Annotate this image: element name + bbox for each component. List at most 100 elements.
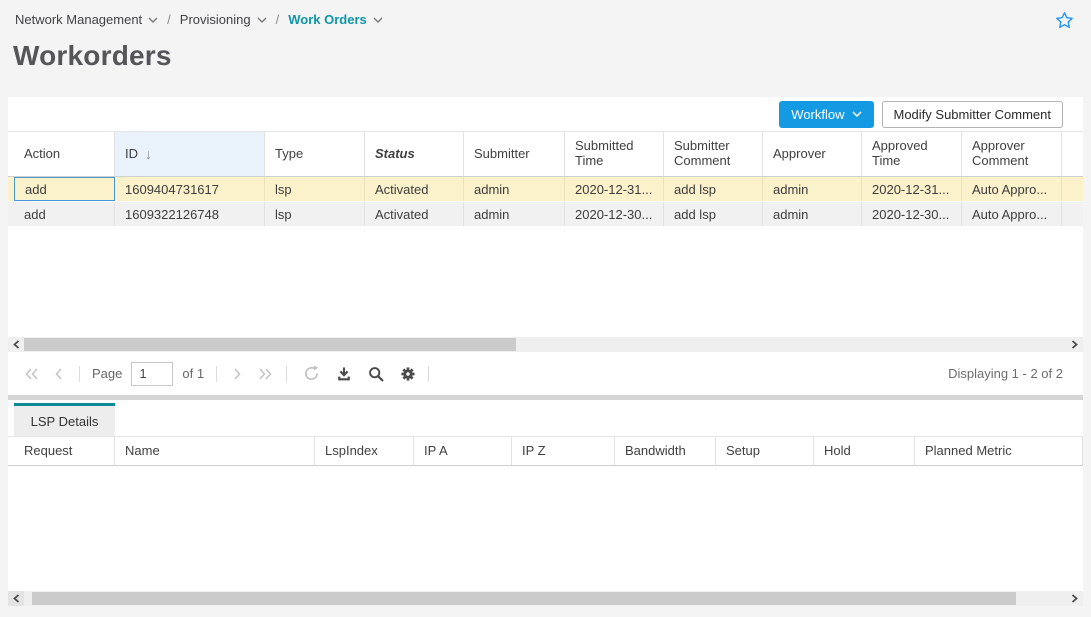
column-label: Approver Comment xyxy=(972,139,1051,169)
column-label: Submitter Comment xyxy=(674,139,752,169)
cell-approver-comment[interactable]: Auto Appro... xyxy=(962,202,1062,226)
column-header-action[interactable]: Action xyxy=(14,132,115,176)
cell-approved-time[interactable]: 2020-12-31... xyxy=(862,177,962,201)
cell-value: admin xyxy=(474,182,509,197)
cell-value: add xyxy=(24,207,46,222)
column-header-id[interactable]: ID ↓ xyxy=(115,132,265,176)
workorders-panel: Workflow Modify Submitter Comment Action… xyxy=(8,97,1083,606)
breadcrumb-network-management[interactable]: Network Management xyxy=(15,12,158,27)
pagination-bar: Page of 1 Displaying 1 - 2 of 2 xyxy=(8,352,1083,395)
last-page-icon[interactable] xyxy=(256,365,274,383)
cell-value: admin xyxy=(474,207,509,222)
search-icon[interactable] xyxy=(368,366,384,382)
cell-submitter-comment[interactable]: add lsp xyxy=(664,202,763,226)
scroll-right-icon[interactable] xyxy=(1066,591,1082,606)
table-row[interactable]: add 1609322126748 lsp Activated admin 20… xyxy=(8,202,1083,227)
cell-id[interactable]: 1609322126748 xyxy=(115,202,265,226)
column-header-approver[interactable]: Approver xyxy=(763,132,862,176)
scroll-left-icon[interactable] xyxy=(8,337,24,352)
page-title: Workorders xyxy=(13,40,172,72)
cell-value: 1609322126748 xyxy=(125,207,219,222)
cell-value: lsp xyxy=(275,207,292,222)
next-page-icon[interactable] xyxy=(229,365,247,383)
column-label: Name xyxy=(125,444,160,459)
chevron-down-icon xyxy=(373,17,383,23)
refresh-icon[interactable] xyxy=(303,365,320,382)
cell-value: add xyxy=(25,182,47,197)
column-header-lspindex[interactable]: LspIndex xyxy=(315,437,414,465)
column-header-approver-comment[interactable]: Approver Comment xyxy=(962,132,1062,176)
column-header-submitter-comment[interactable]: Submitter Comment xyxy=(664,132,763,176)
download-icon[interactable] xyxy=(336,366,352,382)
column-label: Action xyxy=(24,147,60,162)
page-number-input[interactable] xyxy=(131,362,173,386)
column-header-submitter[interactable]: Submitter xyxy=(464,132,565,176)
cell-approver-comment[interactable]: Auto Appro... xyxy=(962,177,1062,201)
separator xyxy=(216,366,217,382)
cell-value: admin xyxy=(773,207,808,222)
scrollbar-thumb[interactable] xyxy=(32,592,1016,605)
cell-value: 2020-12-30... xyxy=(575,207,652,222)
column-header-type[interactable]: Type xyxy=(265,132,365,176)
column-label: Approved Time xyxy=(872,139,951,169)
tab-lsp-details[interactable]: LSP Details xyxy=(14,403,115,436)
column-header-request[interactable]: Request xyxy=(14,437,115,465)
cell-status[interactable]: Activated xyxy=(365,202,464,226)
cell-id[interactable]: 1609404731617 xyxy=(115,177,265,201)
breadcrumb-work-orders[interactable]: Work Orders xyxy=(288,12,383,27)
column-header-bandwidth[interactable]: Bandwidth xyxy=(615,437,716,465)
breadcrumb-provisioning[interactable]: Provisioning xyxy=(180,12,267,27)
cell-approver[interactable]: admin xyxy=(763,202,862,226)
column-label: Bandwidth xyxy=(625,444,686,459)
breadcrumb: Network Management / Provisioning / Work… xyxy=(15,12,383,27)
cell-submitter[interactable]: admin xyxy=(464,202,565,226)
table-row[interactable]: add 1609404731617 lsp Activated admin 20… xyxy=(8,177,1083,202)
cell-approver[interactable]: admin xyxy=(763,177,862,201)
cell-submitted-time[interactable]: 2020-12-30... xyxy=(565,202,664,226)
cell-value: Activated xyxy=(375,182,428,197)
cell-status[interactable]: Activated xyxy=(365,177,464,201)
cell-submitter-comment[interactable]: add lsp xyxy=(664,177,763,201)
column-header-ip-z[interactable]: IP Z xyxy=(512,437,615,465)
cell-approved-time[interactable]: 2020-12-30... xyxy=(862,202,962,226)
cell-action[interactable]: add xyxy=(14,202,115,226)
column-header-name[interactable]: Name xyxy=(115,437,315,465)
workorders-horizontal-scrollbar[interactable] xyxy=(8,337,1083,352)
action-bar: Workflow Modify Submitter Comment xyxy=(8,97,1083,131)
cell-submitted-time[interactable]: 2020-12-31... xyxy=(565,177,664,201)
details-tabstrip: LSP Details xyxy=(8,400,1083,436)
column-header-ip-a[interactable]: IP A xyxy=(414,437,512,465)
lsp-details-header-row: Request Name LspIndex IP A IP Z Bandwidt… xyxy=(8,436,1083,466)
breadcrumb-label: Provisioning xyxy=(180,12,251,27)
cell-submitter[interactable]: admin xyxy=(464,177,565,201)
cell-type[interactable]: lsp xyxy=(265,177,365,201)
column-header-hold[interactable]: Hold xyxy=(814,437,915,465)
column-label: Approver xyxy=(773,147,826,162)
scroll-left-icon[interactable] xyxy=(8,591,24,606)
scroll-right-icon[interactable] xyxy=(1066,337,1082,352)
cell-value: lsp xyxy=(275,182,292,197)
chevron-down-icon xyxy=(148,17,158,23)
details-horizontal-scrollbar[interactable] xyxy=(8,591,1083,606)
favorite-star-icon[interactable] xyxy=(1054,10,1075,31)
cell-type[interactable]: lsp xyxy=(265,202,365,226)
modify-submitter-comment-button[interactable]: Modify Submitter Comment xyxy=(882,101,1064,128)
column-header-status[interactable]: Status xyxy=(365,132,464,176)
cell-value: 2020-12-31... xyxy=(872,182,949,197)
page-label: Page xyxy=(92,366,122,381)
scrollbar-thumb[interactable] xyxy=(24,338,516,351)
breadcrumb-label: Work Orders xyxy=(288,12,367,27)
workflow-button[interactable]: Workflow xyxy=(779,101,873,128)
column-header-submitted-time[interactable]: Submitted Time xyxy=(565,132,664,176)
grid-tools xyxy=(303,365,416,382)
column-header-setup[interactable]: Setup xyxy=(716,437,814,465)
cell-action[interactable]: add xyxy=(14,177,115,201)
column-header-planned-metric[interactable]: Planned Metric xyxy=(915,437,1083,465)
gear-icon[interactable] xyxy=(400,366,416,382)
column-label: Request xyxy=(24,444,72,459)
column-header-approved-time[interactable]: Approved Time xyxy=(862,132,962,176)
first-page-icon[interactable] xyxy=(22,365,40,383)
cell-value: Auto Appro... xyxy=(972,207,1047,222)
breadcrumb-label: Network Management xyxy=(15,12,142,27)
previous-page-icon[interactable] xyxy=(49,365,67,383)
